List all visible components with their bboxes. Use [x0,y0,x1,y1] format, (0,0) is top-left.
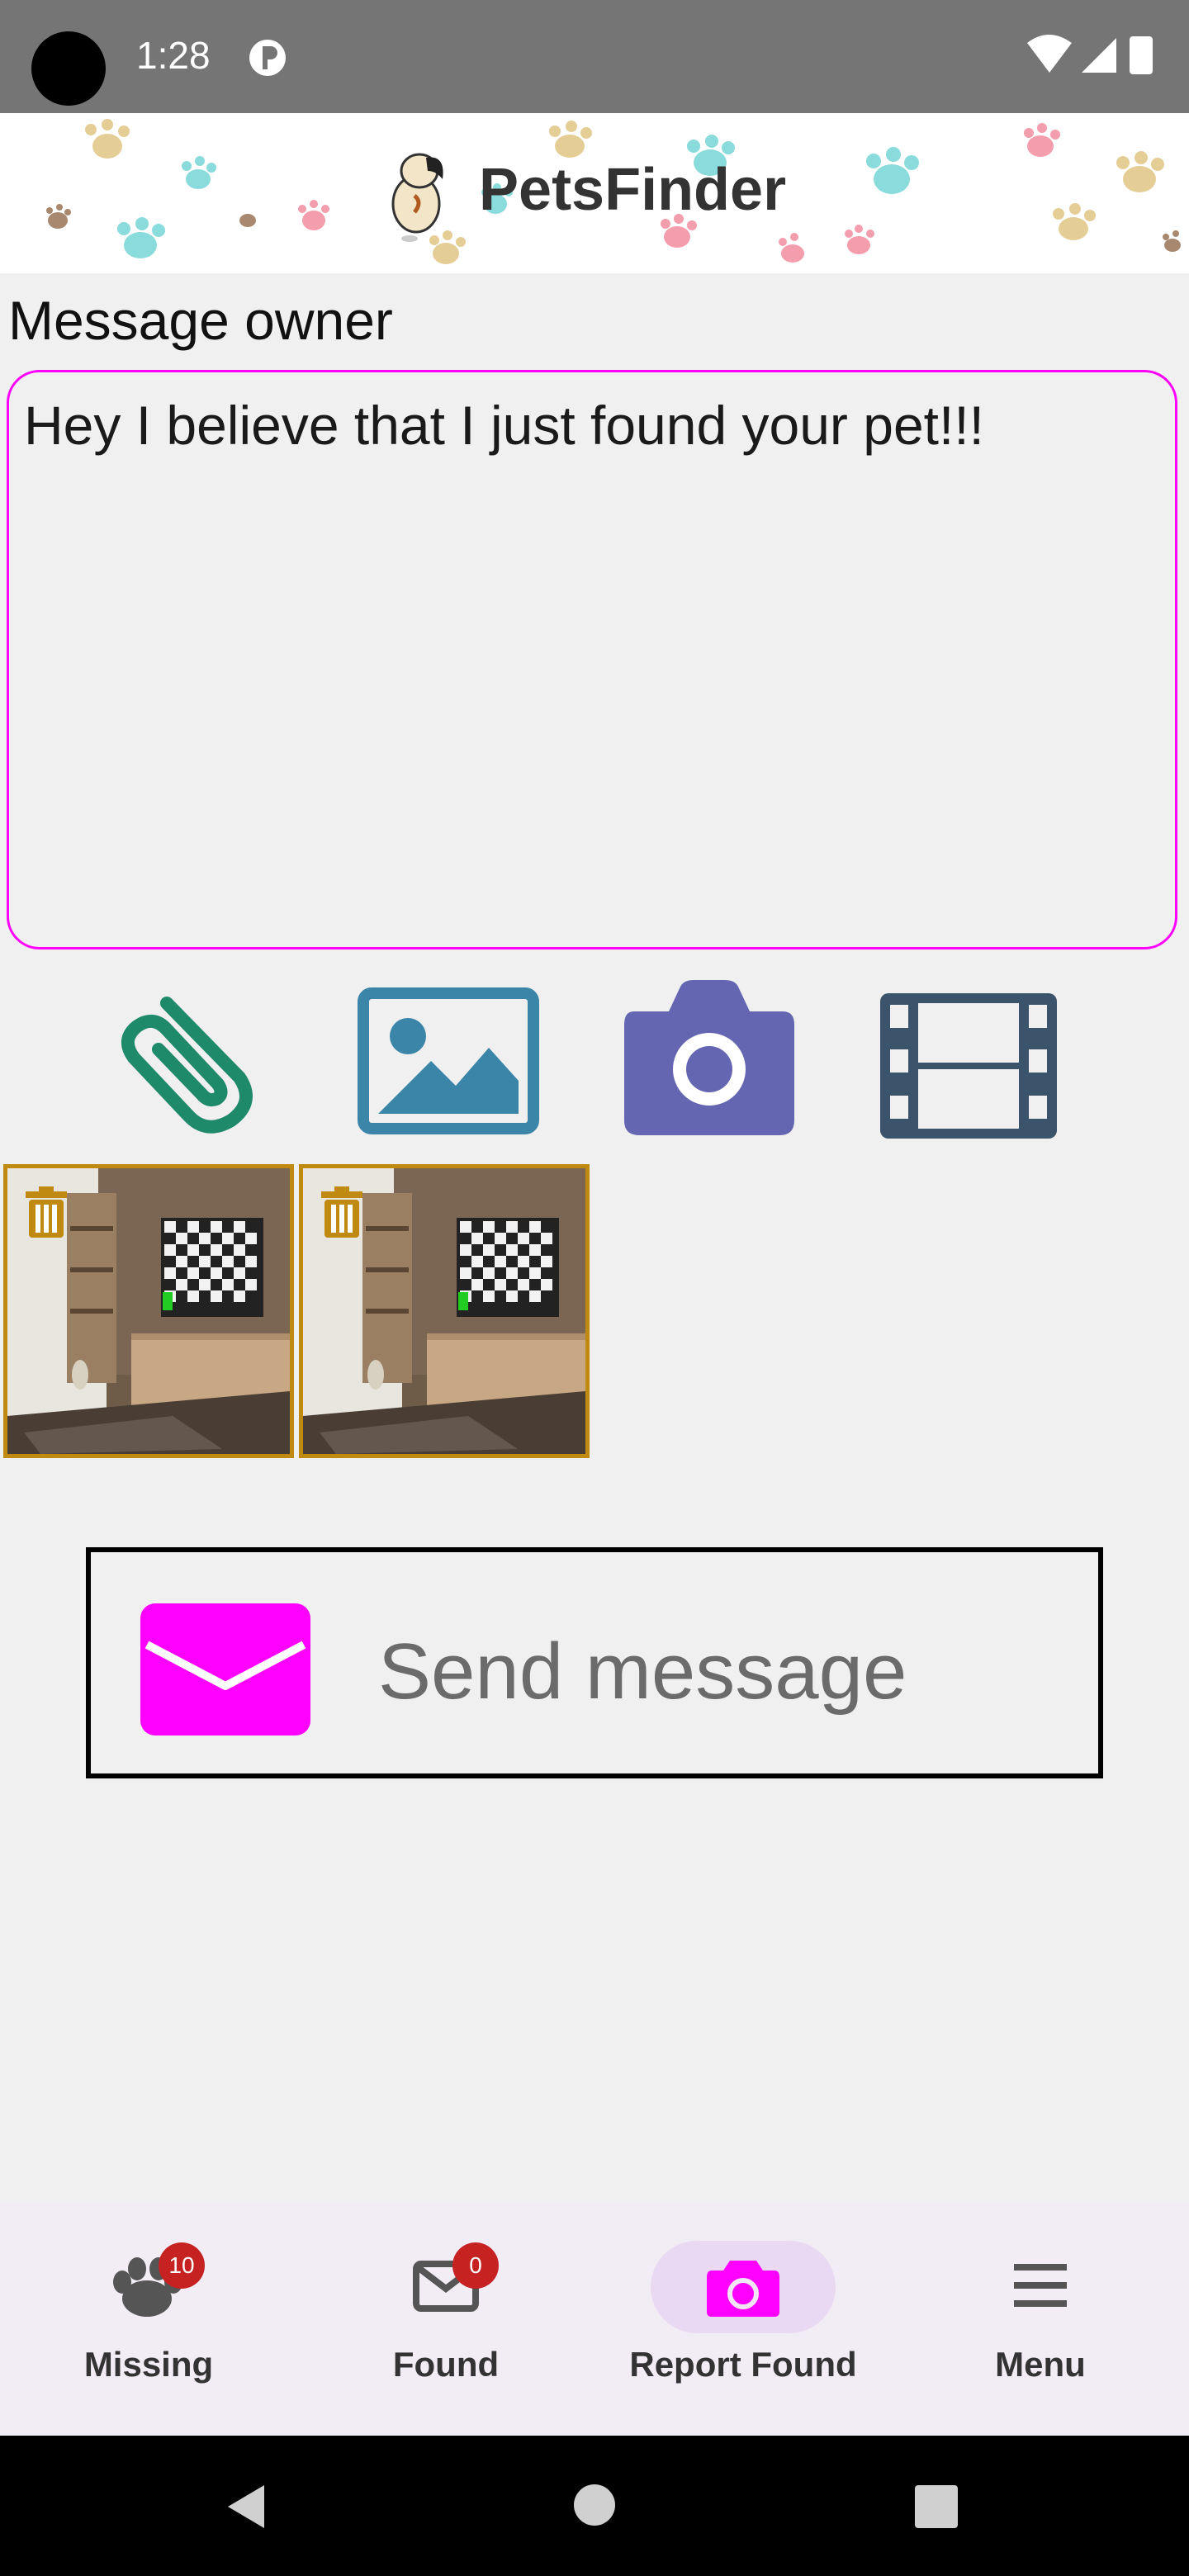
film-icon[interactable] [877,978,1060,1144]
bottom-navigation: 10 Missing 0 Found Report Found Menu [0,2203,1189,2436]
message-input[interactable]: Hey I believe that I just found your pet… [7,370,1177,949]
wifi-icon [1027,35,1072,73]
dog-logo-icon [391,153,443,242]
image-icon[interactable] [357,978,540,1144]
nav-item-report-found[interactable]: Report Found [594,2203,892,2436]
nav-item-found[interactable]: 0 Found [297,2203,594,2436]
back-icon[interactable] [223,2482,272,2531]
camera-icon [707,2261,779,2317]
camera-icon[interactable] [618,978,801,1144]
send-message-button[interactable]: Send message [86,1547,1103,1778]
status-time: 1:28 [136,34,211,77]
missing-count-badge: 10 [159,2242,205,2289]
nav-label-missing: Missing [83,2345,214,2384]
nav-item-missing[interactable]: 10 Missing [0,2203,297,2436]
delete-attachment-icon[interactable] [24,1186,69,1239]
nav-label-found: Found [392,2345,500,2384]
attachment-thumbnail-2[interactable] [299,1164,590,1458]
battery-icon [1130,36,1153,74]
app-notification-icon [249,40,286,76]
home-icon[interactable] [573,2484,616,2526]
nav-label-report-found: Report Found [629,2345,857,2384]
app-title: PetsFinder [479,157,787,223]
found-count-badge: 0 [452,2242,499,2289]
status-bar: 1:28 [0,0,1189,113]
attachment-thumbnail-1[interactable] [3,1164,294,1458]
system-navigation-bar [0,2436,1189,2576]
nav-label-menu: Menu [995,2345,1086,2384]
menu-icon [1014,2264,1067,2307]
app-header: PetsFinder [0,113,1189,273]
send-message-label: Send message [378,1627,907,1716]
envelope-icon [140,1603,310,1735]
message-label: Message owner [8,290,393,351]
nav-item-menu[interactable]: Menu [892,2203,1189,2436]
front-camera-cutout [31,31,106,106]
recents-icon[interactable] [915,2485,958,2528]
delete-attachment-icon[interactable] [320,1186,364,1239]
signal-icon [1082,38,1116,73]
status-icons [1027,35,1153,74]
paperclip-icon[interactable] [116,978,264,1144]
